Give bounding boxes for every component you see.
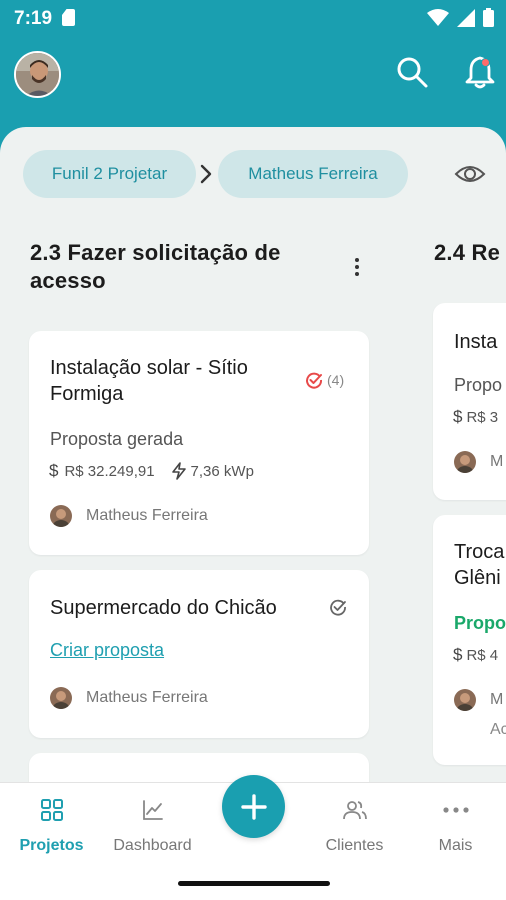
check-circle-icon [330, 599, 346, 616]
nav-dashboard[interactable]: Dashboard [102, 783, 203, 867]
check-circle-icon [306, 372, 323, 389]
card-assignee: Matheus Ferreira [50, 505, 208, 527]
kanban-board: Funil 2 Projetar Matheus Ferreira 2.3 Fa… [0, 127, 506, 782]
nav-label: Dashboard [113, 837, 192, 854]
assignee-avatar [50, 687, 72, 709]
search-icon[interactable] [394, 54, 430, 90]
lightning-icon [171, 462, 186, 480]
chevron-right-icon [200, 164, 212, 184]
dollar-icon: $ [453, 645, 463, 664]
project-card[interactable]: Supermercado do Chicão Criar proposta Ma… [29, 570, 369, 738]
card-title: Supermercado do Chicão [50, 597, 277, 619]
card-status: Propo [454, 613, 506, 633]
status-bar: 7:19 [0, 0, 506, 36]
card-meta: $ R$ 32.249,91 7,36 kWp [49, 461, 254, 481]
column-title: 2.4 Re [434, 240, 501, 265]
funnel-filter-chip[interactable]: Funil 2 Projetar [23, 150, 196, 198]
card-assignee: M [454, 451, 503, 473]
add-button[interactable] [222, 775, 285, 838]
card-title: Insta [454, 331, 498, 353]
sim-card-icon [62, 9, 75, 26]
card-meta: $ R$ 4 [453, 645, 498, 665]
card-price: R$ 4 [466, 646, 499, 664]
create-proposal-link[interactable]: Criar proposta [50, 640, 164, 661]
card-price: R$ 3 [466, 408, 499, 426]
card-assignee: Matheus Ferreira [50, 687, 208, 709]
plus-icon [240, 793, 267, 820]
eye-icon[interactable] [454, 162, 486, 186]
card-assignee: M [454, 689, 503, 711]
column-menu-icon[interactable] [352, 255, 362, 279]
dollar-icon: $ [453, 407, 463, 426]
nav-label: Clientes [325, 837, 384, 854]
checklist-indicator: (4) [305, 371, 344, 389]
grid-icon [40, 799, 63, 821]
assignee-name: Matheus Ferreira [86, 507, 208, 524]
home-gesture-bar[interactable] [178, 881, 330, 886]
people-icon [342, 801, 367, 820]
nav-mais[interactable]: Mais [405, 783, 506, 867]
wifi-icon [427, 8, 449, 26]
dollar-icon: $ [49, 461, 59, 480]
assignee-name: Matheus Ferreira [86, 689, 208, 706]
project-card[interactable]: Instalação solar - Sítio Formiga (4) Pro… [29, 331, 369, 555]
avatar-image [16, 53, 59, 96]
project-card[interactable] [29, 753, 369, 782]
assignee-avatar [454, 689, 476, 711]
status-time: 7:19 [14, 8, 53, 29]
card-title: Troca [454, 541, 505, 563]
signal-icon [457, 8, 475, 27]
card-price: R$ 32.249,91 [64, 462, 155, 480]
column-title: 2.3 Fazer solicitação de acesso [30, 240, 281, 293]
nav-label: Projetos [19, 837, 84, 854]
more-dots-icon [442, 807, 469, 813]
nav-label: Mais [438, 837, 473, 854]
battery-icon [483, 8, 494, 27]
card-extra-text: Ac [490, 721, 506, 738]
card-status: Propo [454, 375, 503, 395]
project-card[interactable]: Troca Glêni Propo $ R$ 4 M Ac [433, 515, 506, 765]
card-meta: $ R$ 3 [453, 407, 498, 427]
assignee-avatar [50, 505, 72, 527]
card-title: Instalação solar - Sítio Formiga [50, 357, 248, 405]
notification-bell-icon[interactable] [462, 54, 498, 90]
assignee-avatar [454, 451, 476, 473]
gesture-area [0, 866, 506, 900]
assignee-name: M [490, 691, 504, 708]
nav-projetos[interactable]: Projetos [1, 783, 102, 867]
funnel-filter-label: Funil 2 Projetar [51, 164, 168, 183]
profile-avatar[interactable] [14, 51, 61, 98]
assignee-name: M [490, 453, 504, 470]
card-title-line2: Glêni [454, 567, 501, 589]
notification-badge [481, 58, 490, 67]
chart-icon [142, 800, 163, 820]
card-status: Proposta gerada [50, 429, 184, 449]
nav-clientes[interactable]: Clientes [304, 783, 405, 867]
project-card[interactable]: Insta Propo $ R$ 3 M [433, 303, 506, 500]
card-power: 7,36 kWp [190, 462, 254, 480]
user-filter-chip[interactable]: Matheus Ferreira [218, 150, 408, 198]
checklist-count: (4) [327, 372, 345, 388]
user-filter-label: Matheus Ferreira [248, 164, 378, 183]
